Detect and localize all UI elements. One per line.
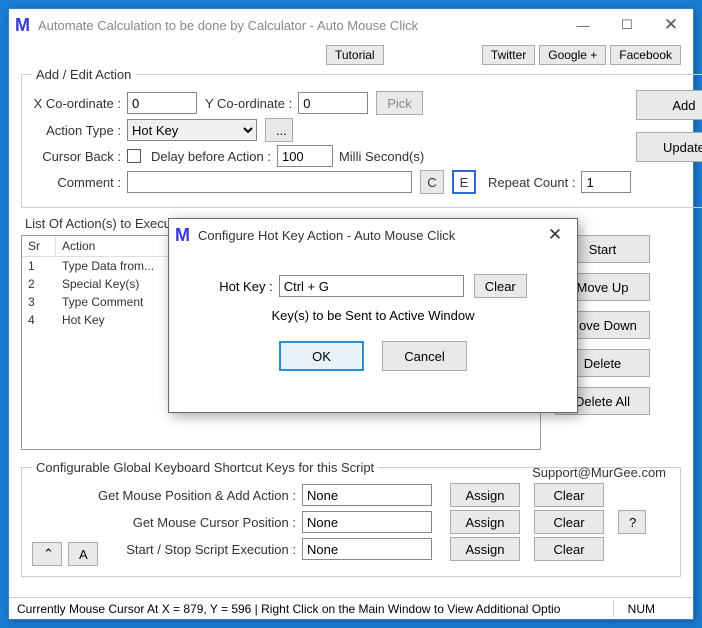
cursor-back-label: Cursor Back : <box>32 149 127 164</box>
comment-input[interactable] <box>127 171 412 193</box>
titlebar[interactable]: M Automate Calculation to be done by Cal… <box>9 9 693 41</box>
minimize-button[interactable]: — <box>561 10 605 40</box>
hotkey-label: Hot Key : <box>219 279 278 294</box>
shortcut-label-1: Get Mouse Cursor Position : <box>32 515 302 530</box>
dialog-icon: M <box>175 225 190 246</box>
shortcut-input-2[interactable] <box>302 538 432 560</box>
repeat-input[interactable] <box>581 171 631 193</box>
dialog-close-button[interactable]: ✕ <box>533 220 577 250</box>
hotkey-clear-button[interactable]: Clear <box>474 274 527 298</box>
shortcuts-fieldset: Configurable Global Keyboard Shortcut Ke… <box>21 460 681 577</box>
hotkey-hint: Key(s) to be Sent to Active Window <box>189 308 557 323</box>
top-buttons: Tutorial Twitter Google + Facebook <box>21 45 681 65</box>
x-label: X Co-ordinate : <box>32 96 127 111</box>
help-button[interactable]: ? <box>618 510 646 534</box>
hotkey-dialog: M Configure Hot Key Action - Auto Mouse … <box>168 218 578 413</box>
shortcut-input-1[interactable] <box>302 511 432 533</box>
maximize-button[interactable]: ☐ <box>605 10 649 40</box>
delay-unit: Milli Second(s) <box>339 149 424 164</box>
google-button[interactable]: Google + <box>539 45 606 65</box>
hotkey-input[interactable] <box>279 275 464 297</box>
repeat-label: Repeat Count : <box>488 175 581 190</box>
facebook-button[interactable]: Facebook <box>610 45 681 65</box>
close-button[interactable]: ✕ <box>649 10 693 40</box>
comment-label: Comment : <box>32 175 127 190</box>
twitter-button[interactable]: Twitter <box>482 45 535 65</box>
th-sr[interactable]: Sr <box>22 236 56 256</box>
assign-button-1[interactable]: Assign <box>450 510 520 534</box>
delay-input[interactable] <box>277 145 333 167</box>
ok-button[interactable]: OK <box>279 341 364 371</box>
shortcuts-legend: Configurable Global Keyboard Shortcut Ke… <box>32 460 378 475</box>
status-msg: Currently Mouse Cursor At X = 879, Y = 5… <box>17 602 599 616</box>
add-edit-fieldset: Add / Edit Action X Co-ordinate : Y Co-o… <box>21 67 702 208</box>
action-dots-button[interactable]: ... <box>265 118 293 142</box>
app-icon: M <box>15 15 30 36</box>
status-num: NUM <box>628 602 655 616</box>
shortcut-label-0: Get Mouse Position & Add Action : <box>32 488 302 503</box>
add-button[interactable]: Add <box>636 90 702 120</box>
clear-button-1[interactable]: Clear <box>534 510 604 534</box>
a-button[interactable]: A <box>68 542 98 566</box>
statusbar: Currently Mouse Cursor At X = 879, Y = 5… <box>9 597 693 619</box>
window-title: Automate Calculation to be done by Calcu… <box>38 18 561 33</box>
dialog-title: Configure Hot Key Action - Auto Mouse Cl… <box>198 228 533 243</box>
tutorial-button[interactable]: Tutorial <box>326 45 384 65</box>
x-input[interactable] <box>127 92 197 114</box>
e-button[interactable]: E <box>452 170 476 194</box>
y-label: Y Co-ordinate : <box>205 96 298 111</box>
update-button[interactable]: Update <box>636 132 702 162</box>
clear-button-2[interactable]: Clear <box>534 537 604 561</box>
delay-label: Delay before Action : <box>151 149 277 164</box>
action-type-label: Action Type : <box>32 123 127 138</box>
c-button[interactable]: C <box>420 170 444 194</box>
dialog-titlebar[interactable]: M Configure Hot Key Action - Auto Mouse … <box>169 219 577 251</box>
action-type-select[interactable]: Hot Key <box>127 119 257 141</box>
cancel-button[interactable]: Cancel <box>382 341 467 371</box>
expand-button[interactable]: ⌃ <box>32 542 62 566</box>
shortcut-input-0[interactable] <box>302 484 432 506</box>
assign-button-2[interactable]: Assign <box>450 537 520 561</box>
cursor-back-checkbox[interactable] <box>127 149 141 163</box>
clear-button-0[interactable]: Clear <box>534 483 604 507</box>
y-input[interactable] <box>298 92 368 114</box>
add-edit-legend: Add / Edit Action <box>32 67 135 82</box>
assign-button-0[interactable]: Assign <box>450 483 520 507</box>
pick-button[interactable]: Pick <box>376 91 423 115</box>
